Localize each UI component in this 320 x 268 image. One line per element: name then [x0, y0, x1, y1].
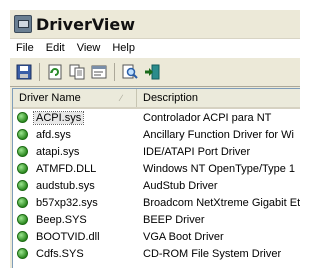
- status-running-icon: [17, 197, 28, 208]
- table-row[interactable]: afd.sys Ancillary Function Driver for Wi: [13, 126, 300, 143]
- driverview-window: DriverView File Edit View Help Driver Na…: [10, 10, 300, 268]
- status-running-icon: [17, 112, 28, 123]
- driver-name: Cdfs.SYS: [36, 247, 84, 260]
- status-running-icon: [17, 163, 28, 174]
- table-row[interactable]: Cdfs.SYS CD-ROM File System Driver: [13, 245, 300, 262]
- menu-edit[interactable]: Edit: [40, 39, 71, 57]
- driver-name-cell: ACPI.sys: [13, 110, 137, 125]
- table-row[interactable]: Beep.SYS BEEP Driver: [13, 211, 300, 228]
- driver-name: BOOTVID.dll: [36, 230, 100, 243]
- menu-file[interactable]: File: [10, 39, 40, 57]
- driver-name-cell: audstub.sys: [13, 180, 137, 192]
- driver-name-cell: b57xp32.sys: [13, 197, 137, 209]
- refresh-icon[interactable]: [45, 62, 65, 82]
- driver-name: afd.sys: [36, 128, 71, 141]
- driver-name-cell: Cdfs.SYS: [13, 248, 137, 260]
- menu-help[interactable]: Help: [106, 39, 141, 57]
- table-row[interactable]: ATMFD.DLL Windows NT OpenType/Type 1: [13, 160, 300, 177]
- driver-description: Ancillary Function Driver for Wi: [143, 128, 294, 141]
- table-row[interactable]: atapi.sys IDE/ATAPI Port Driver: [13, 143, 300, 160]
- column-header-label: Description: [143, 92, 199, 104]
- copy-icon[interactable]: [67, 62, 87, 82]
- driver-description: VGA Boot Driver: [143, 230, 224, 243]
- window-title: DriverView: [36, 14, 136, 34]
- driver-name-cell: Beep.SYS: [13, 214, 137, 226]
- toolbar-separator: [39, 63, 40, 81]
- driver-description: IDE/ATAPI Port Driver: [143, 145, 251, 158]
- driver-description: CD-ROM File System Driver: [143, 247, 282, 260]
- save-icon[interactable]: [14, 62, 34, 82]
- menu-view[interactable]: View: [71, 39, 107, 57]
- sort-ascending-icon: ∕: [120, 93, 122, 103]
- status-running-icon: [17, 231, 28, 242]
- driver-name: Beep.SYS: [36, 213, 87, 226]
- column-header-description[interactable]: Description: [137, 89, 300, 107]
- toolbar-separator: [114, 63, 115, 81]
- driver-description: AudStub Driver: [143, 179, 218, 192]
- table-row[interactable]: audstub.sys AudStub Driver: [13, 177, 300, 194]
- driver-name-cell: BOOTVID.dll: [13, 231, 137, 243]
- table-row[interactable]: BOOTVID.dll VGA Boot Driver: [13, 228, 300, 245]
- properties-icon[interactable]: [89, 62, 109, 82]
- table-row[interactable]: ACPI.sys Controlador ACPI para NT: [13, 109, 300, 126]
- column-header-label: Driver Name: [19, 92, 81, 104]
- driver-name-cell: atapi.sys: [13, 146, 137, 158]
- exit-icon[interactable]: [142, 62, 162, 82]
- app-icon: [14, 15, 32, 33]
- driver-name: b57xp32.sys: [36, 196, 98, 209]
- title-bar[interactable]: DriverView: [10, 10, 300, 38]
- driver-description: Broadcom NetXtreme Gigabit Et: [143, 196, 300, 209]
- driver-name: audstub.sys: [36, 179, 95, 192]
- driver-description: Windows NT OpenType/Type 1: [143, 162, 296, 175]
- driver-name: ATMFD.DLL: [36, 162, 97, 175]
- table-row[interactable]: b57xp32.sys Broadcom NetXtreme Gigabit E…: [13, 194, 300, 211]
- driver-name: ACPI.sys: [32, 110, 85, 125]
- driver-name-cell: afd.sys: [13, 129, 137, 141]
- driver-description: BEEP Driver: [143, 213, 205, 226]
- find-icon[interactable]: [120, 62, 140, 82]
- menu-bar: File Edit View Help: [10, 38, 300, 57]
- driver-name: atapi.sys: [36, 145, 80, 158]
- status-running-icon: [17, 248, 28, 259]
- list-header: Driver Name ∕ Description: [13, 89, 300, 109]
- driver-description: Controlador ACPI para NT: [143, 111, 272, 124]
- status-running-icon: [17, 214, 28, 225]
- status-running-icon: [17, 180, 28, 191]
- driver-name-cell: ATMFD.DLL: [13, 163, 137, 175]
- status-running-icon: [17, 146, 28, 157]
- column-header-driver-name[interactable]: Driver Name ∕: [13, 89, 137, 107]
- status-running-icon: [17, 129, 28, 140]
- toolbar: [10, 57, 300, 87]
- drivers-list[interactable]: Driver Name ∕ Description ACPI.sys Contr…: [12, 88, 300, 268]
